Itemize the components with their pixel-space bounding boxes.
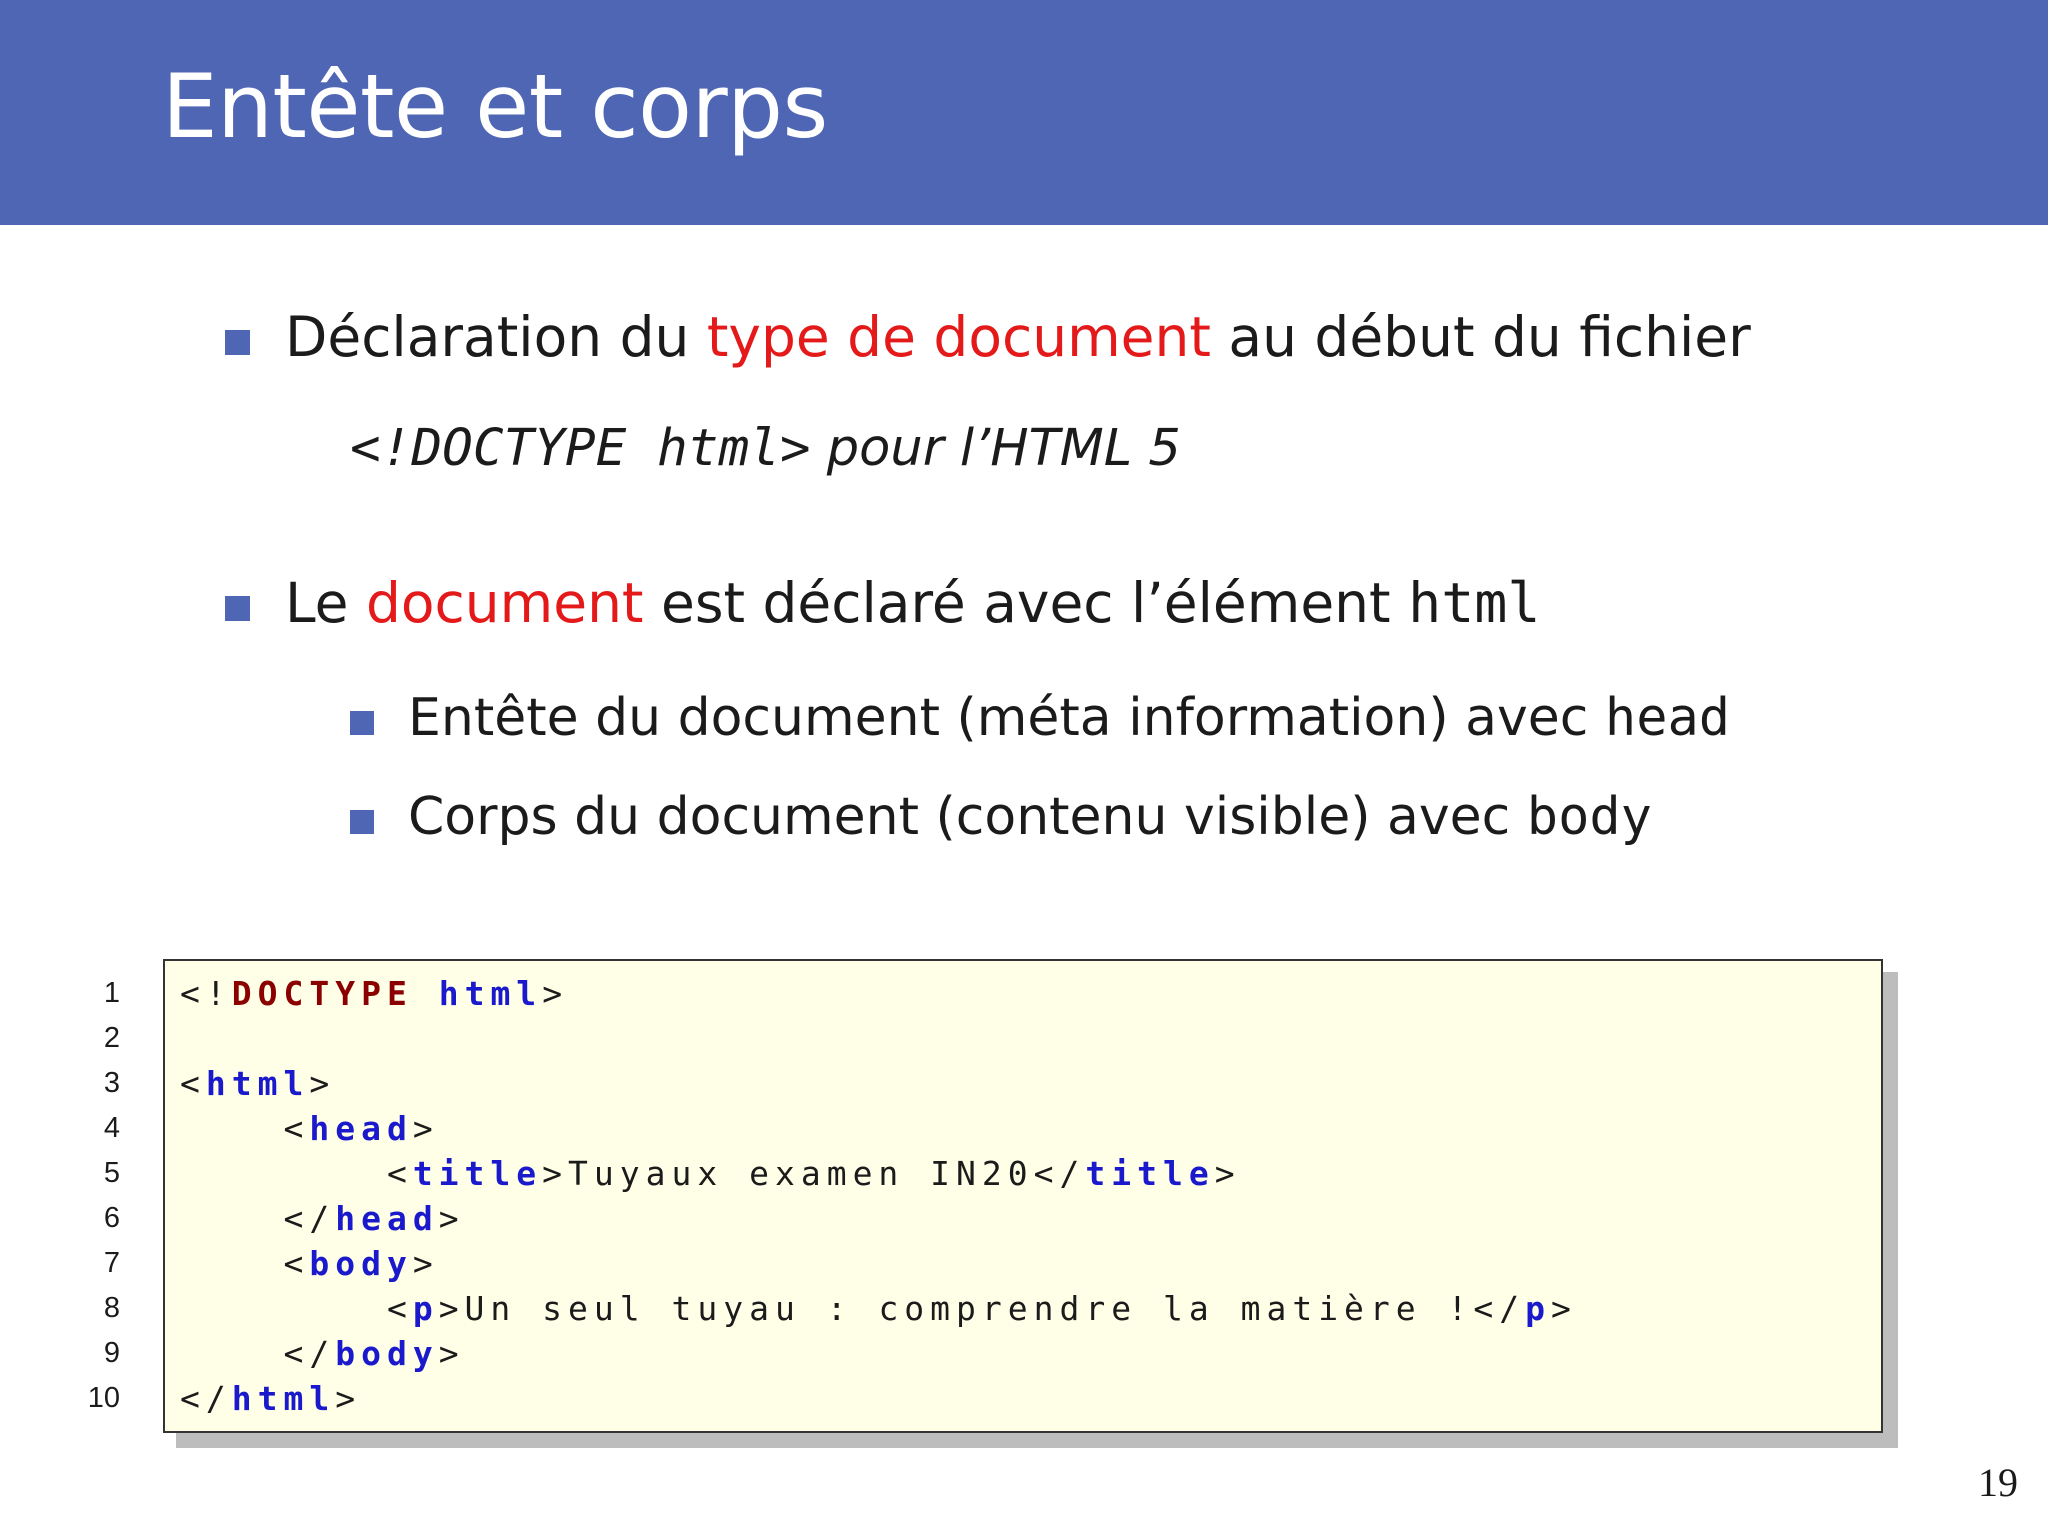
code-line: <body> xyxy=(180,1244,439,1283)
bullet-text: est déclaré avec l’élément xyxy=(643,571,1409,635)
bullet-document: Le document est déclaré avec l’élément h… xyxy=(225,570,1541,636)
bullet-square-icon xyxy=(350,810,374,834)
bullet-text: Le xyxy=(285,571,366,635)
bullet-text: au début du fichier xyxy=(1210,305,1751,369)
bullet-square-icon xyxy=(350,711,374,735)
code-line: </html> xyxy=(180,1379,362,1418)
code-line: </head> xyxy=(180,1199,465,1238)
bullet-text: Déclaration du xyxy=(285,305,707,369)
bullet-text: Corps du document (contenu visible) avec xyxy=(408,787,1527,847)
code-line: <!DOCTYPE html> xyxy=(180,974,569,1013)
bullet-text: Entête du document (méta information) av… xyxy=(408,688,1605,748)
code-line: <p>Un seul tuyau : comprendre la matière… xyxy=(180,1289,1577,1328)
line-number: 8 xyxy=(103,1292,120,1324)
bullet-square-icon xyxy=(225,596,250,621)
code-line: <head> xyxy=(180,1109,439,1148)
line-number: 7 xyxy=(103,1247,120,1279)
doctype-caption: pour l’HTML 5 xyxy=(810,419,1181,478)
line-number: 5 xyxy=(103,1157,120,1189)
doctype-example: <!DOCTYPE html> pour l’HTML 5 xyxy=(350,418,1181,479)
line-number: 2 xyxy=(103,1022,120,1054)
code-line: <html> xyxy=(180,1064,336,1103)
line-number: 1 xyxy=(103,977,120,1009)
line-number: 3 xyxy=(103,1067,120,1099)
code-line: </body> xyxy=(180,1334,465,1373)
bullet-doctype: Déclaration du type de document au début… xyxy=(225,304,1751,370)
highlight-text: type de document xyxy=(706,305,1211,369)
slide-title: Entête et corps xyxy=(162,55,828,158)
slide-header: Entête et corps xyxy=(0,0,2048,225)
inline-code: body xyxy=(1526,787,1652,847)
inline-code: head xyxy=(1604,688,1731,748)
page-number: 19 xyxy=(1978,1460,2018,1505)
line-number: 9 xyxy=(103,1337,120,1369)
highlight-text: document xyxy=(366,571,644,635)
sub-bullet-head: Entête du document (méta information) av… xyxy=(350,687,1731,749)
line-number: 6 xyxy=(103,1202,120,1234)
line-number: 10 xyxy=(87,1382,120,1414)
line-number: 4 xyxy=(103,1112,120,1144)
doctype-code: <!DOCTYPE html> xyxy=(350,419,811,478)
bullet-square-icon xyxy=(225,330,250,355)
inline-code: html xyxy=(1408,571,1541,635)
sub-bullet-body: Corps du document (contenu visible) avec… xyxy=(350,786,1652,848)
code-line: <title>Tuyaux examen IN20</title> xyxy=(180,1154,1241,1193)
